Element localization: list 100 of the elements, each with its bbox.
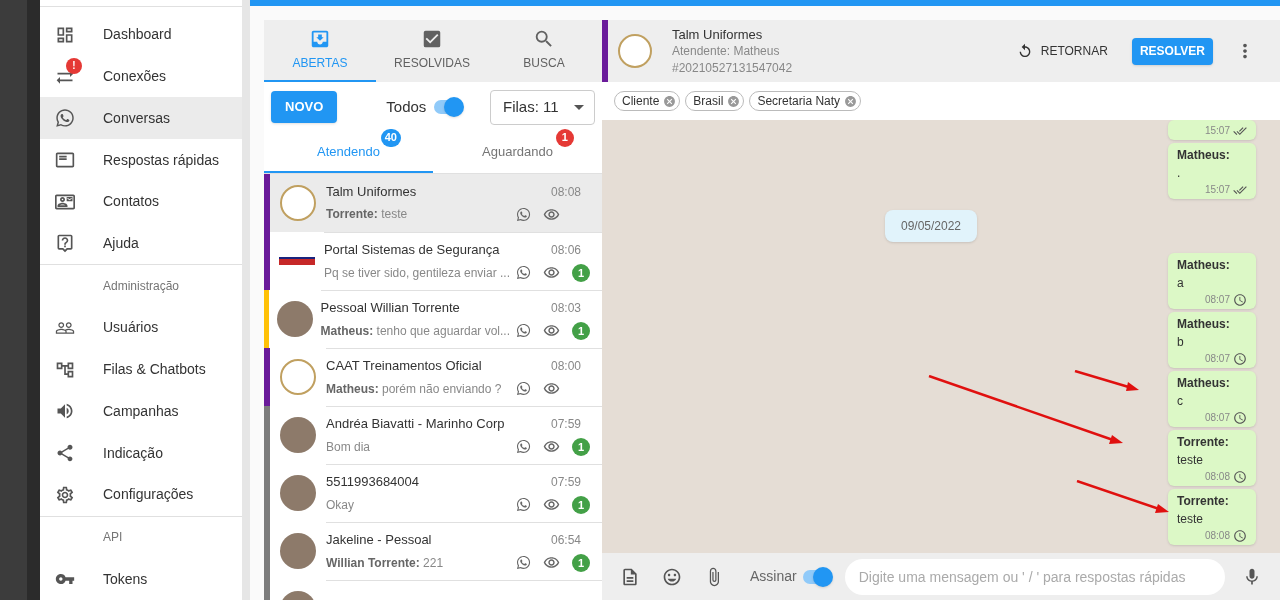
message-preview: Okay	[326, 496, 354, 514]
chat-bubble-icon	[516, 323, 531, 339]
ticket-time: 08:08	[549, 183, 582, 201]
message-time: 08:07	[1204, 411, 1230, 425]
contact-name: CAAT Treinamentos Oficial	[326, 357, 482, 376]
ticket-number: #20210527131547042	[672, 59, 793, 77]
ticket-item[interactable]: Portal Sistemas de Segurança 08:06 Pq se tiver sido, gentileza enviar ... 1	[264, 232, 602, 290]
message-time: 15:07	[1204, 183, 1230, 197]
inbox-icon	[309, 28, 331, 50]
chat-bubble-icon	[516, 381, 531, 397]
message-preview: Willian Torrente: 221	[326, 554, 444, 572]
contact-name: Jakeline - Pessoal	[326, 531, 432, 550]
avatar-placeholder	[280, 533, 316, 569]
contact-name: Andréa Biavatti - Marinho Corp	[326, 415, 505, 434]
message-input[interactable]: Digite uma mensagem ou ' / ' para respostas rápidas	[844, 558, 1225, 595]
tab[interactable]: BUSCA	[488, 20, 600, 82]
sidebar-label: Campanhas	[103, 401, 179, 421]
avatar-placeholder	[280, 475, 316, 511]
chat-bubble-icon	[516, 555, 531, 571]
ticket-item[interactable]: 5511993684004 07:59 Okay 1	[264, 464, 602, 522]
alert-badge: !	[66, 57, 82, 74]
message-text: teste	[1177, 511, 1204, 528]
count-badge: 40	[380, 128, 401, 147]
ticket-time: 08:00	[549, 358, 582, 375]
message-preview: Bom dia	[326, 438, 371, 456]
sidebar-label: Respostas rápidas	[103, 150, 219, 170]
logo-avatar	[280, 359, 316, 395]
sidebar-item[interactable]: Conversas	[40, 97, 242, 140]
message-time: 08:08	[1204, 470, 1230, 484]
section-header: Administração	[103, 278, 180, 296]
contact-name: 5511993684004	[326, 473, 420, 492]
sidebar-label: Usuários	[103, 318, 159, 338]
contact-name: Pessoal Willian Torrente	[320, 299, 460, 318]
remove-icon[interactable]	[663, 94, 677, 108]
toggle-switch[interactable]	[434, 100, 463, 114]
message-sender: Matheus:	[1177, 257, 1231, 274]
sidebar-label: Configurações	[103, 485, 194, 505]
contact-name: Talm Uniformes	[326, 182, 417, 201]
share-icon	[55, 443, 75, 464]
search-icon	[533, 28, 555, 50]
ticket-time: 07:59	[549, 416, 582, 433]
return-button[interactable]: RETORNAR	[1008, 35, 1116, 67]
message-preview: Torrente: teste	[326, 206, 408, 224]
caret-icon	[574, 104, 584, 110]
toggle-switch[interactable]	[802, 569, 831, 584]
message-text: a	[1177, 275, 1185, 292]
message-sender: Matheus:	[1177, 375, 1231, 392]
remove-icon[interactable]	[844, 94, 858, 108]
tab[interactable]: RESOLVIDAS	[376, 20, 488, 82]
sidebar-label: Ajuda	[103, 233, 139, 253]
message-time: 15:07	[1204, 124, 1230, 138]
ticket-item[interactable]: Andréa Biavatti - Marinho Corp 07:59 Bom dia 1	[264, 406, 602, 464]
sidebar-label: Contatos	[103, 192, 160, 212]
sidebar-label: Indicação	[103, 443, 163, 463]
sidebar-label: Tokens	[103, 569, 148, 589]
sidebar-label: Conversas	[103, 108, 170, 128]
message-time: 08:07	[1204, 352, 1230, 366]
message-text: c	[1177, 393, 1184, 410]
queue-select[interactable]: Filas: 11	[490, 89, 595, 125]
help-icon	[55, 233, 75, 254]
message-time: 08:07	[1204, 293, 1230, 307]
message-sender: Torrente:	[1177, 493, 1230, 510]
ticket-time: 08:06	[549, 242, 582, 259]
message-text: .	[1177, 165, 1182, 182]
message-sender: Matheus:	[1177, 316, 1231, 333]
sidebar-label: Filas & Chatbots	[103, 360, 206, 380]
sidebar-label: Conexões	[103, 67, 167, 87]
contact-name: Talm Uniformes	[672, 25, 764, 43]
message-text: b	[1177, 334, 1185, 351]
unread-badge: 1	[572, 437, 590, 456]
message-preview: Pq se tiver sido, gentileza enviar ...	[323, 264, 510, 282]
checkbox-icon	[421, 28, 443, 50]
chat-bubble-icon	[516, 265, 531, 281]
unread-badge: 1	[572, 321, 590, 340]
unread-badge: 1	[572, 495, 590, 514]
message-sender: Torrente:	[1177, 434, 1230, 451]
message-sender: Matheus:	[1177, 147, 1231, 164]
logo-avatar	[618, 34, 652, 68]
unread-badge: 1	[572, 553, 590, 572]
message-preview: Matheus: porém não enviando ?	[326, 380, 502, 398]
ticket-time: 08:03	[549, 300, 582, 317]
agent-name: Atendente: Matheus	[672, 42, 781, 60]
document-icon[interactable]	[620, 566, 640, 587]
card-icon	[55, 150, 75, 170]
ticket-time: 06:54	[549, 532, 582, 549]
unread-badge: 1	[572, 263, 590, 282]
settings-icon	[55, 484, 75, 505]
toggle-label: Assinar	[750, 567, 797, 586]
message-preview: Matheus: tenho que aguardar vol...	[320, 322, 510, 340]
ticket-item[interactable]: Talm Uniformes 08:08 Torrente: teste	[264, 174, 602, 232]
ticket-item[interactable]: CAAT Treinamentos Oficial 08:00 Matheus: porém não enviando ?	[264, 348, 602, 406]
emoji-icon[interactable]	[662, 566, 682, 587]
chat-bubble-icon	[516, 497, 531, 513]
message-text: teste	[1177, 452, 1204, 469]
message-time: 08:08	[1204, 529, 1230, 543]
ticket-item[interactable]: Pessoal Willian Torrente 08:03 Matheus: tenho que aguardar vol... 1	[264, 290, 602, 348]
ticket-item[interactable]: Jakeline - Pessoal 06:54 Willian Torrente: 221 1	[264, 522, 602, 580]
remove-icon[interactable]	[727, 94, 741, 108]
chat-bubble-icon	[516, 439, 531, 455]
avatar-placeholder	[280, 417, 316, 453]
